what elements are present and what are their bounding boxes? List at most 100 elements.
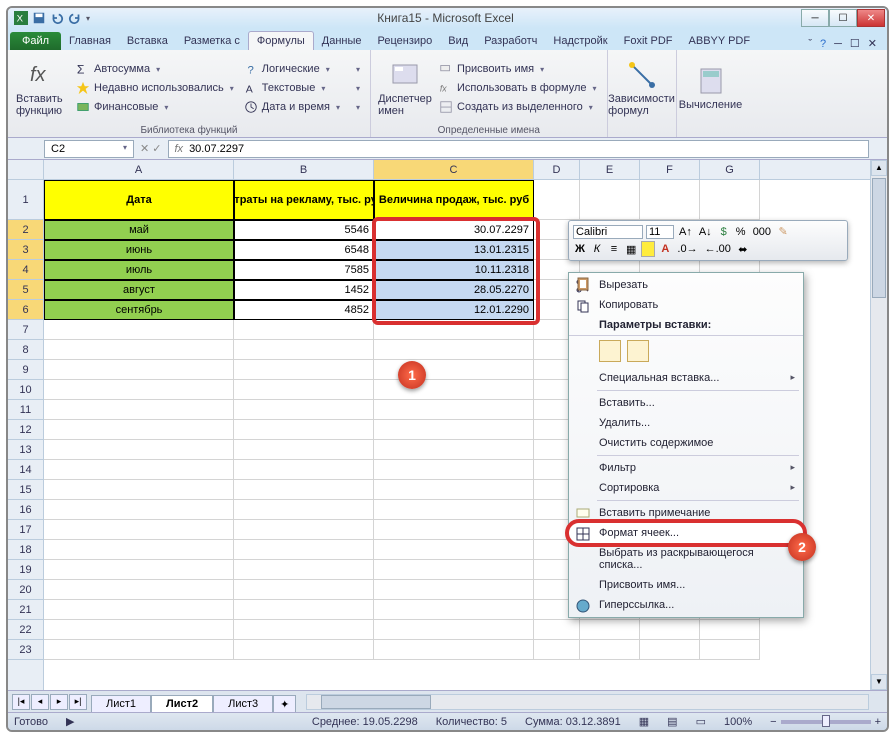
math-button[interactable]: θ [346,79,364,97]
file-tab[interactable]: Файл [10,32,61,50]
row-header-4[interactable]: 4 [8,260,43,280]
cell-a6[interactable]: сентябрь [44,300,234,320]
cell-a1[interactable]: Дата [44,180,234,220]
row-header-6[interactable]: 6 [8,300,43,320]
datetime-button[interactable]: Дата и время [240,98,344,116]
merge-icon[interactable]: ⬌ [736,242,750,257]
horizontal-scrollbar[interactable] [306,694,869,710]
row-header-9[interactable]: 9 [8,360,43,380]
row-header-7[interactable]: 7 [8,320,43,340]
row-header-19[interactable]: 19 [8,560,43,580]
cell-b4[interactable]: 7585 [234,260,374,280]
increase-decimal-icon[interactable]: ←.00 [703,242,733,256]
sheet-nav-last[interactable]: ▸| [69,694,87,710]
name-box[interactable]: C2▾ [44,140,134,158]
maximize-button[interactable]: ☐ [829,9,857,27]
cell-b3[interactable]: 6548 [234,240,374,260]
row-header-14[interactable]: 14 [8,460,43,480]
col-header-c[interactable]: C [374,160,534,179]
tab-view[interactable]: Вид [440,32,476,50]
grow-font-icon[interactable]: A↑ [677,225,694,239]
status-macro-icon[interactable]: ▶ [66,715,74,728]
cell-b5[interactable]: 1452 [234,280,374,300]
zoom-level[interactable]: 100% [724,716,752,728]
align-center-icon[interactable]: ≡ [607,242,621,256]
cm-cut[interactable]: Вырезать [569,275,803,295]
cm-copy[interactable]: Копировать [569,295,803,315]
accounting-format-icon[interactable]: $ [717,225,731,239]
sheet-tab-3[interactable]: Лист3 [213,695,273,712]
help-icon[interactable]: ? [820,38,826,50]
vertical-scrollbar[interactable]: ▲ ▼ [870,160,887,690]
name-manager-button[interactable]: Диспетчер имен [377,52,433,124]
row-header-2[interactable]: 2 [8,220,43,240]
decrease-decimal-icon[interactable]: .0→ [675,242,699,256]
use-formula-button[interactable]: fxИспользовать в формуле [435,79,601,97]
font-color-icon[interactable]: A [658,242,672,256]
row-header-10[interactable]: 10 [8,380,43,400]
row-header-21[interactable]: 21 [8,600,43,620]
cm-delete[interactable]: Удалить... [569,413,803,433]
cm-paste-special[interactable]: Специальная вставка... [569,368,803,388]
hscroll-thumb[interactable] [321,695,431,709]
cm-sort[interactable]: Сортировка [569,478,803,498]
cm-format-cells[interactable]: Формат ячеек... [569,523,803,543]
tab-layout[interactable]: Разметка с [176,32,248,50]
cm-define-name[interactable]: Присвоить имя... [569,575,803,595]
col-header-a[interactable]: A [44,160,234,179]
tab-insert[interactable]: Вставка [119,32,176,50]
cell-c5[interactable]: 28.05.2270 [374,280,534,300]
tab-home[interactable]: Главная [61,32,119,50]
cell-c4[interactable]: 10.11.2318 [374,260,534,280]
formula-deps-button[interactable]: Зависимости формул [614,52,670,124]
sheet-tab-1[interactable]: Лист1 [91,695,151,712]
cm-comment[interactable]: Вставить примечание [569,503,803,523]
close-button[interactable]: ✕ [857,9,885,27]
cell-c1[interactable]: Величина продаж, тыс. руб [374,180,534,220]
cell-b2[interactable]: 5546 [234,220,374,240]
tab-addins[interactable]: Надстройк [545,32,615,50]
format-painter-icon[interactable]: ✎ [776,224,790,239]
sheet-nav-prev[interactable]: ◂ [31,694,49,710]
col-header-g[interactable]: G [700,160,760,179]
row-header-8[interactable]: 8 [8,340,43,360]
cell-a2[interactable]: май [44,220,234,240]
paste-option-2[interactable] [627,340,649,362]
save-icon[interactable] [32,11,46,25]
ribbon-minimize-icon[interactable]: ˇ [808,38,812,50]
tab-foxit[interactable]: Foxit PDF [616,32,681,50]
percent-format-icon[interactable]: % [734,225,748,239]
cell-a3[interactable]: июнь [44,240,234,260]
col-header-e[interactable]: E [580,160,640,179]
cell-c3[interactable]: 13.01.2315 [374,240,534,260]
tab-abbyy[interactable]: ABBYY PDF [681,32,759,50]
row-header-16[interactable]: 16 [8,500,43,520]
row-header-23[interactable]: 23 [8,640,43,660]
doc-minimize-icon[interactable]: ─ [834,38,842,50]
cell-a4[interactable]: июль [44,260,234,280]
cm-clear[interactable]: Очистить содержимое [569,433,803,453]
autosum-button[interactable]: ΣАвтосумма [72,60,238,78]
zoom-slider[interactable] [781,720,871,724]
zoom-in-button[interactable]: + [875,716,881,728]
mini-font-size[interactable]: 11 [646,225,674,239]
row-header-13[interactable]: 13 [8,440,43,460]
tab-review[interactable]: Рецензиро [370,32,441,50]
view-normal-icon[interactable]: ▦ [639,715,649,728]
fx-bar-icon[interactable]: fx [175,143,184,155]
tab-data[interactable]: Данные [314,32,370,50]
col-header-d[interactable]: D [534,160,580,179]
vscroll-thumb[interactable] [872,178,886,298]
formula-bar[interactable]: fx30.07.2297 [168,140,870,158]
zoom-out-button[interactable]: − [770,716,776,728]
insert-function-button[interactable]: fx Вставить функцию [14,52,70,124]
row-header-11[interactable]: 11 [8,400,43,420]
row-header-1[interactable]: 1 [8,180,43,220]
select-all-corner[interactable] [8,160,43,180]
text-button[interactable]: AТекстовые [240,79,344,97]
row-header-22[interactable]: 22 [8,620,43,640]
cm-dropdown-list[interactable]: Выбрать из раскрывающегося списка... [569,543,803,575]
cell-b1[interactable]: Затраты на рекламу, тыс. руб. [234,180,374,220]
sheet-nav-next[interactable]: ▸ [50,694,68,710]
redo-icon[interactable] [68,11,82,25]
